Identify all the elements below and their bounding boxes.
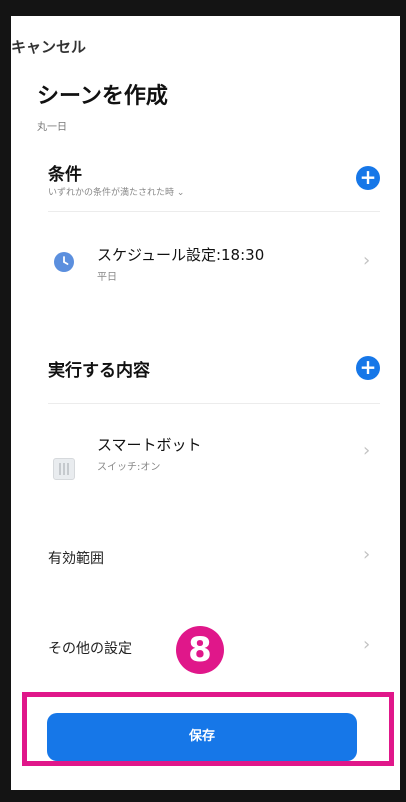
add-action-button[interactable]: + [356, 356, 380, 380]
condition-sub-label: 平日 [97, 272, 117, 283]
action-sub-label: スイッチ:オン [97, 462, 161, 473]
chevron-right-icon: › [363, 634, 371, 655]
chevron-right-icon: › [363, 544, 371, 565]
clock-icon [54, 252, 74, 272]
conditions-divider [48, 211, 380, 212]
bottom-bar [11, 778, 400, 790]
add-condition-button[interactable]: + [356, 166, 380, 190]
conditions-mode-dropdown[interactable]: いずれかの条件が満たされた時 ⌄ [48, 185, 184, 198]
condition-label: スケジュール設定:18:30 [97, 246, 265, 264]
page-subtitle: 丸一日 [37, 122, 67, 133]
scope-label: 有効範囲 [48, 551, 104, 567]
step-number-badge: 8 [176, 626, 224, 674]
cancel-button[interactable]: キャンセル [11, 36, 86, 57]
other-settings-label: その他の設定 [48, 641, 132, 657]
actions-title: 実行する内容 [48, 361, 150, 381]
phone-screen: キャンセル シーンを作成 丸一日 条件 いずれかの条件が満たされた時 ⌄ + ス… [11, 16, 400, 790]
chevron-right-icon: › [363, 250, 371, 271]
actions-divider [48, 403, 380, 404]
action-label: スマートボット [97, 436, 202, 454]
smartbot-device-icon [53, 458, 75, 480]
save-button[interactable]: 保存 [47, 713, 357, 761]
page-title: シーンを作成 [37, 84, 168, 109]
chevron-right-icon: › [363, 440, 371, 461]
conditions-title: 条件 [48, 165, 82, 185]
